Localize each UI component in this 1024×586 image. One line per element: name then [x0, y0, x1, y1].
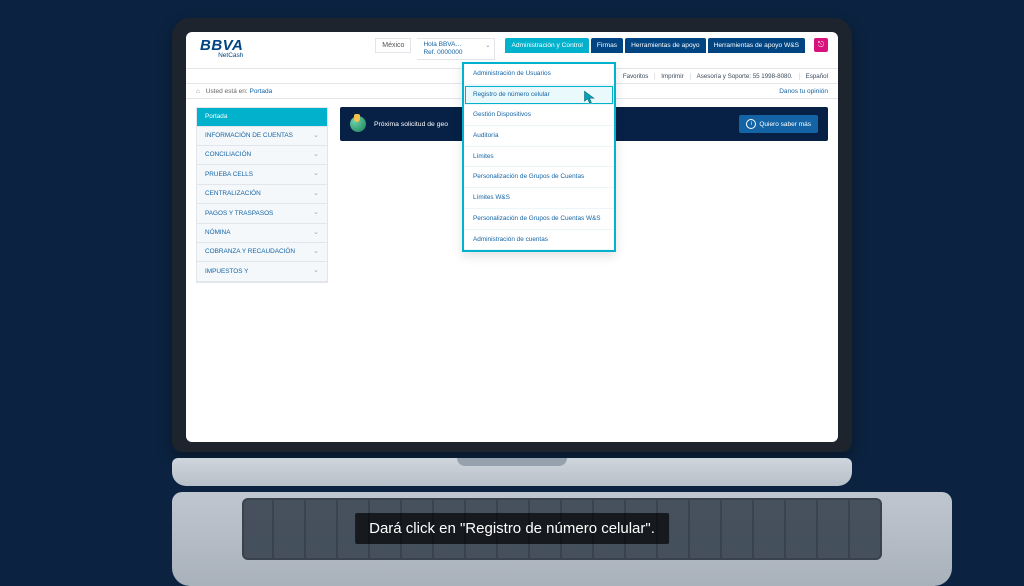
- sidebar-item-label: Portada: [205, 113, 227, 121]
- sidebar-item-6[interactable]: NÓMINA ⌄: [197, 224, 327, 243]
- banner-cta[interactable]: i Quiero saber más: [739, 115, 818, 133]
- greeting-text: Hola BBVA…: [423, 41, 488, 49]
- util-soporte: Asesoría y Soporte: 55 1998-8080.: [690, 73, 793, 80]
- sidebar-item-8[interactable]: IMPUESTOS Y ⌄: [197, 262, 327, 281]
- sidebar-item-5[interactable]: PAGOS Y TRASPASOS ⌄: [197, 204, 327, 223]
- instruction-caption: Dará click en "Registro de número celula…: [355, 513, 669, 544]
- sidebar-item-label: PAGOS Y TRASPASOS: [205, 210, 273, 218]
- logo-product: NetCash: [200, 53, 243, 60]
- tab-herramientas[interactable]: Herramientas de apoyo: [625, 38, 706, 53]
- dropdown-item-6[interactable]: Límites W&S: [464, 188, 614, 209]
- sidebar-item-label: CENTRALIZACIÓN: [205, 190, 261, 198]
- sidebar-item-label: CONCILIACIÓN: [205, 151, 251, 159]
- dropdown-item-7[interactable]: Personalización de Grupos de Cuentas W&S: [464, 209, 614, 230]
- sidebar-item-label: IMPUESTOS Y: [205, 268, 248, 276]
- feedback-link[interactable]: Danos tu opinión: [779, 88, 828, 95]
- util-idioma[interactable]: Español: [799, 73, 828, 80]
- sidebar-item-0[interactable]: Portada: [197, 108, 327, 127]
- tab-herramientas-ws[interactable]: Herramientas de apoyo W&S: [708, 38, 805, 53]
- dropdown-item-2[interactable]: Gestión Dispositivos: [464, 105, 614, 126]
- sidebar: PortadaINFORMACIÓN DE CUENTAS⌄CONCILIACI…: [196, 107, 328, 283]
- logo-text: BBVA: [200, 38, 243, 53]
- sidebar-item-4[interactable]: CENTRALIZACIÓN ⌄: [197, 185, 327, 204]
- app-screen: BBVA NetCash México Hola BBVA… Ref. 0000…: [186, 32, 838, 442]
- info-icon: i: [746, 119, 756, 129]
- chevron-down-icon: ⌄: [313, 151, 319, 159]
- chevron-down-icon: ⌄: [313, 248, 319, 256]
- chevron-down-icon: ⌄: [313, 190, 319, 198]
- sidebar-item-label: COBRANZA Y RECAUDACIÓN: [205, 248, 295, 256]
- chevron-down-icon: ⌄: [313, 209, 319, 217]
- bbva-logo: BBVA NetCash: [200, 38, 243, 60]
- dropdown-item-3[interactable]: Auditoría: [464, 126, 614, 147]
- dropdown-item-4[interactable]: Límites: [464, 147, 614, 168]
- chevron-down-icon: ⌄: [313, 267, 319, 275]
- globe-pin-icon: [350, 116, 366, 132]
- tab-firmas[interactable]: Firmas: [591, 38, 623, 53]
- home-icon[interactable]: ⌂: [196, 88, 200, 95]
- sidebar-item-7[interactable]: COBRANZA Y RECAUDACIÓN ⌄: [197, 243, 327, 262]
- chevron-down-icon: ⌄: [313, 132, 319, 140]
- dropdown-item-5[interactable]: Personalización de Grupos de Cuentas: [464, 167, 614, 188]
- country-label: México: [375, 38, 411, 53]
- logout-button[interactable]: ⎋: [814, 38, 828, 52]
- laptop-bezel: BBVA NetCash México Hola BBVA… Ref. 0000…: [172, 18, 852, 452]
- laptop-hinge: [172, 458, 852, 486]
- crumb-current[interactable]: Portada: [249, 88, 272, 95]
- sidebar-item-1[interactable]: INFORMACIÓN DE CUENTAS ⌄: [197, 127, 327, 146]
- account-selector[interactable]: Hola BBVA… Ref. 0000000 ⌄: [417, 38, 495, 60]
- chevron-down-icon: ⌄: [313, 229, 319, 237]
- sidebar-item-2[interactable]: CONCILIACIÓN ⌄: [197, 146, 327, 165]
- nav-tabs: Administración y Control Firmas Herramie…: [505, 38, 805, 53]
- logout-icon: ⎋: [818, 40, 824, 50]
- crumb-label: Usted está en:: [206, 88, 248, 95]
- dropdown-item-8[interactable]: Administración de cuentas: [464, 230, 614, 251]
- chevron-down-icon: ⌄: [313, 170, 319, 178]
- cursor-icon: [582, 90, 597, 108]
- sidebar-item-label: NÓMINA: [205, 229, 231, 237]
- sidebar-item-3[interactable]: PRUEBA CELLS ⌄: [197, 165, 327, 184]
- banner-cta-label: Quiero saber más: [759, 121, 811, 128]
- dropdown-item-0[interactable]: Administración de Usuarios: [464, 64, 614, 85]
- chevron-down-icon: ⌄: [485, 43, 490, 50]
- util-favoritos[interactable]: Favoritos: [617, 73, 648, 80]
- sidebar-item-label: PRUEBA CELLS: [205, 171, 253, 179]
- tab-admin-control[interactable]: Administración y Control: [505, 38, 588, 53]
- sidebar-item-label: INFORMACIÓN DE CUENTAS: [205, 132, 293, 140]
- laptop-frame: BBVA NetCash México Hola BBVA… Ref. 0000…: [172, 18, 852, 586]
- util-imprimir[interactable]: Imprimir: [654, 73, 683, 80]
- reference-number: Ref. 0000000: [423, 49, 488, 57]
